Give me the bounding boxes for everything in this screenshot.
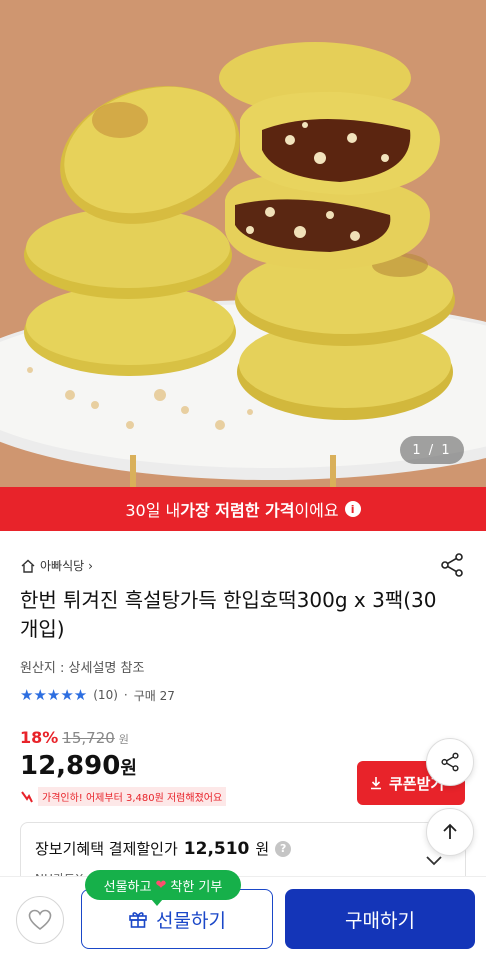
share-icon[interactable] bbox=[438, 551, 466, 579]
store-link[interactable]: 아빠식당 › bbox=[20, 557, 93, 574]
separator: · bbox=[123, 688, 128, 702]
gift-icon bbox=[129, 912, 147, 928]
sale-price-unit: 원 bbox=[120, 758, 137, 779]
sale-price-value: 12,890 bbox=[20, 751, 121, 781]
download-icon bbox=[371, 777, 381, 790]
benefit-label: 장보기혜택 결제할인가 bbox=[35, 840, 178, 858]
product-title: 한번 튀겨진 흑설탕가득 한입호떡300g x 3팩(30개입) bbox=[20, 588, 437, 641]
info-icon[interactable]: i bbox=[344, 501, 361, 517]
banner-highlight: 가장 저렴한 가격 bbox=[180, 501, 295, 520]
buy-button[interactable]: 구매하기 bbox=[285, 889, 475, 949]
gift-label: 선물하기 bbox=[156, 909, 226, 932]
rating-row[interactable]: ★★★★★ (10) · 구매 27 bbox=[20, 686, 175, 704]
store-name: 아빠식당 bbox=[40, 559, 85, 573]
share-icon bbox=[441, 752, 459, 772]
image-counter: 1 / 1 bbox=[400, 436, 464, 464]
floating-share-button[interactable] bbox=[426, 738, 474, 786]
arrow-down-icon bbox=[21, 790, 33, 802]
gift-donation-tooltip: 선물하고 ❤ 착한 기부 bbox=[85, 870, 241, 906]
buy-label: 구매하기 bbox=[345, 909, 415, 932]
star-rating-icon: ★★★★★ bbox=[20, 686, 88, 704]
heart-icon bbox=[28, 909, 52, 931]
banner-prefix: 30일 내 bbox=[125, 501, 181, 520]
product-image[interactable]: 1 / 1 bbox=[0, 0, 486, 487]
heart-icon: ❤ bbox=[155, 877, 167, 893]
benefit-unit: 원 bbox=[255, 840, 270, 858]
banner-suffix: 이에요 bbox=[294, 501, 339, 520]
price-drop-note: 가격인하! 어제부터 3,480원 저렴해졌어요 bbox=[20, 787, 227, 806]
wishlist-button[interactable] bbox=[16, 896, 64, 944]
original-price: 15,720 bbox=[62, 729, 115, 747]
discount-rate: 18% bbox=[20, 728, 59, 747]
rating-count: (10) bbox=[93, 688, 118, 702]
hotteok-photo bbox=[0, 0, 486, 487]
chevron-right-icon: › bbox=[88, 558, 93, 573]
sale-price: 12,890원 bbox=[20, 751, 137, 781]
bottom-action-bar: 선물하기 구매하기 bbox=[0, 876, 486, 960]
home-icon bbox=[21, 559, 35, 573]
price-row: 18% 15,720 원 bbox=[20, 728, 129, 747]
purchase-count: 구매 27 bbox=[133, 688, 175, 703]
tooltip-right-text: 착한 기부 bbox=[170, 879, 223, 895]
lowest-price-banner: 30일 내 가장 저렴한 가격 이에요 i bbox=[0, 487, 486, 531]
benefit-price: 12,510 bbox=[183, 838, 250, 859]
tooltip-left-text: 선물하고 bbox=[103, 879, 152, 895]
chevron-down-icon[interactable] bbox=[425, 855, 443, 867]
original-price-unit: 원 bbox=[118, 733, 129, 746]
benefit-line: 장보기혜택 결제할인가 12,510 원 ? bbox=[35, 838, 292, 859]
arrow-up-icon bbox=[443, 823, 457, 839]
help-icon[interactable]: ? bbox=[275, 840, 292, 857]
price-drop-text: 가격인하! 어제부터 3,480원 저렴해졌어요 bbox=[38, 787, 227, 806]
scroll-top-button[interactable] bbox=[426, 808, 474, 856]
origin-text: 원산지 : 상세설명 참조 bbox=[20, 661, 145, 676]
